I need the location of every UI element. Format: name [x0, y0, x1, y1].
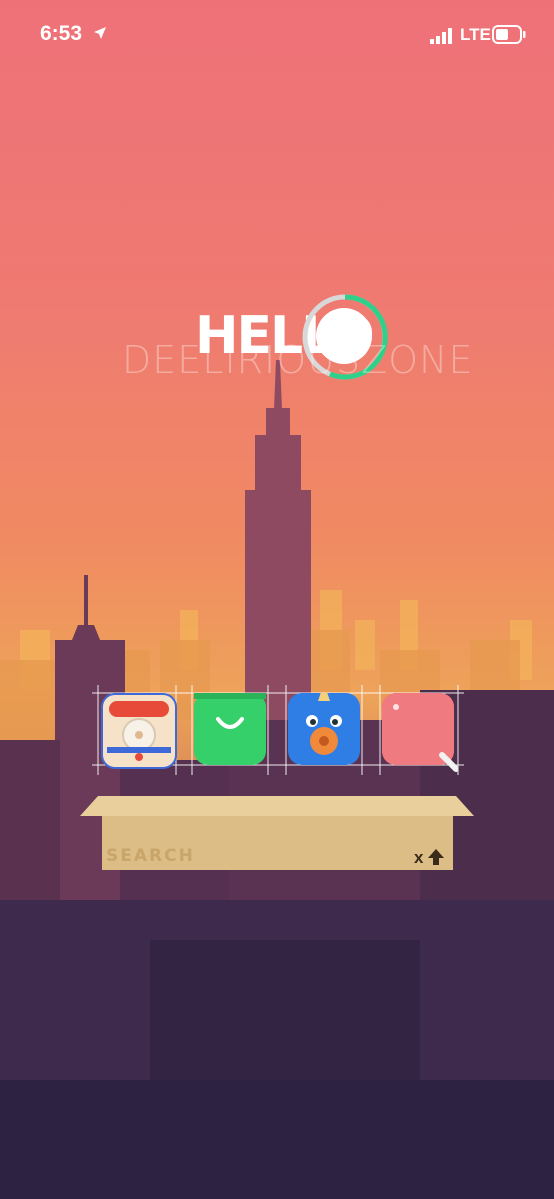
status-bar: 6:53 LTE [0, 0, 554, 70]
battery-icon [492, 25, 526, 44]
shopping-bag-icon[interactable] [194, 693, 266, 765]
notes-icon[interactable] [382, 693, 459, 772]
clear-button[interactable]: x [414, 848, 423, 868]
status-time: 6:53 [40, 22, 83, 45]
dock-row [92, 683, 464, 775]
search-label[interactable]: SEARCH [106, 846, 195, 866]
arrow-up-icon[interactable] [428, 848, 444, 866]
phone-toy-icon[interactable] [101, 693, 177, 769]
location-arrow-icon [94, 27, 106, 39]
unicorn-icon[interactable] [288, 683, 360, 765]
city-wallpaper [0, 360, 554, 1199]
network-type: LTE [460, 25, 491, 44]
hello-subtitle: DEELIRIOUSZONE [122, 338, 474, 382]
box-flap [80, 796, 474, 816]
cellular-signal-icon [430, 28, 452, 44]
home-screen: 6:53 LTE HELLO DEELIRIOUSZONE SEARCH x [0, 0, 554, 1199]
